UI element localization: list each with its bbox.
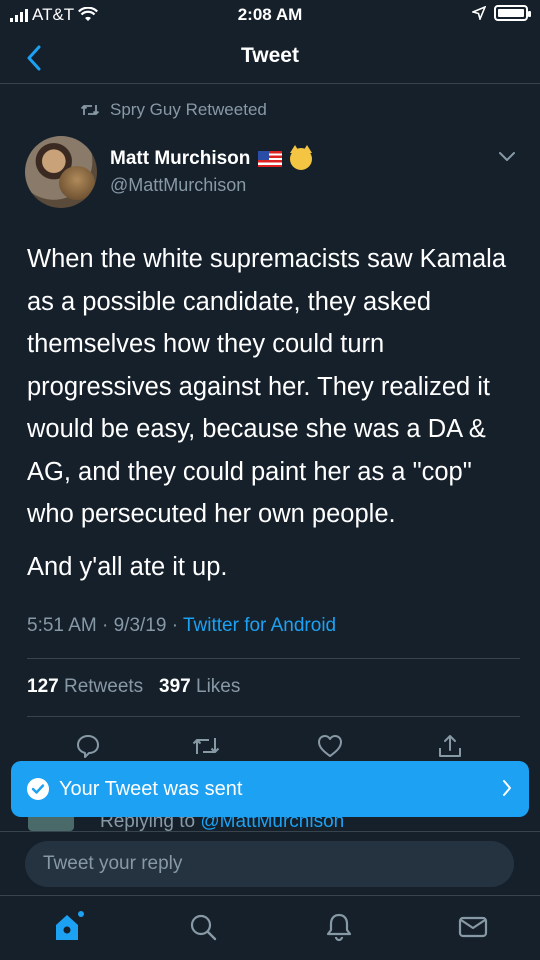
share-button[interactable] [432,728,468,764]
tab-messages[interactable] [456,910,490,944]
tweet-options-button[interactable] [498,150,516,168]
tab-home[interactable] [52,910,86,944]
retweet-icon [192,738,220,754]
tweet-actions [0,728,540,764]
toast-message: Your Tweet was sent [59,777,243,800]
divider [27,716,520,717]
likes-label: Likes [196,676,241,697]
replying-prefix: Replying to [100,817,196,831]
divider [27,658,520,659]
replying-to-strip: Replying to @MattMurchison [0,817,540,831]
retweets-stat[interactable]: 127 Retweets [27,676,143,697]
retweet-icon [80,105,100,115]
battery-icon [494,5,531,21]
nav-bar: Tweet [0,32,540,84]
meta-separator: · [96,615,114,636]
reply-avatar [28,817,74,831]
author-name-row[interactable]: Matt Murchison [110,145,313,170]
reply-bar: Tweet your reply [0,831,540,895]
check-icon [27,778,49,800]
reply-button[interactable] [70,728,106,764]
messages-icon [458,916,488,938]
retweet-context-label: Spry Guy Retweeted [110,100,267,119]
page-title: Tweet [241,44,299,67]
notifications-icon [326,913,352,942]
tweet-text: When the white supremacists saw Kamala a… [27,245,507,528]
retweet-context[interactable]: Spry Guy Retweeted [80,100,267,120]
tab-notifications[interactable] [322,910,356,944]
status-time: 2:08 AM [237,5,303,24]
retweets-label: Retweets [63,676,144,697]
meta-separator: · [166,615,183,636]
tweet-text-paragraph-2: And y'all ate it up. [27,553,228,581]
retweet-button[interactable] [188,728,224,764]
tweet-stats: 127 Retweets 397 Likes [27,676,240,698]
reply-icon [77,735,99,758]
like-icon [318,735,342,757]
share-icon [439,735,461,757]
like-button[interactable] [312,728,348,764]
cat-face-emoji [290,145,313,170]
author-avatar[interactable] [25,136,97,208]
tab-bar [0,895,540,960]
replying-to-label: Replying to @MattMurchison [100,817,344,831]
home-icon [56,911,84,940]
status-bar: AT&T 2:08 AM [0,0,540,32]
tweet-meta: 5:51 AM · 9/3/19 · Twitter for Android [27,615,336,637]
tweet-source-link[interactable]: Twitter for Android [183,615,336,636]
status-right [472,5,531,21]
retweets-count: 127 [27,676,59,697]
reply-input[interactable]: Tweet your reply [25,841,514,887]
tweet-sent-toast[interactable]: Your Tweet was sent [11,761,529,817]
likes-stat[interactable]: 397 Likes [159,676,240,697]
replying-mention[interactable]: @MattMurchison [200,817,344,831]
author-name: Matt Murchison [110,148,251,169]
search-icon [190,914,217,941]
chevron-right-icon [503,780,511,796]
tab-search[interactable] [186,910,220,944]
chevron-down-icon [499,152,515,161]
author-handle[interactable]: @MattMurchison [110,175,246,196]
likes-count: 397 [159,676,191,697]
us-flag-emoji [258,151,283,167]
tweet-date: 9/3/19 [113,615,167,636]
location-arrow-icon [472,6,486,20]
tweet-time: 5:51 AM [27,615,97,636]
